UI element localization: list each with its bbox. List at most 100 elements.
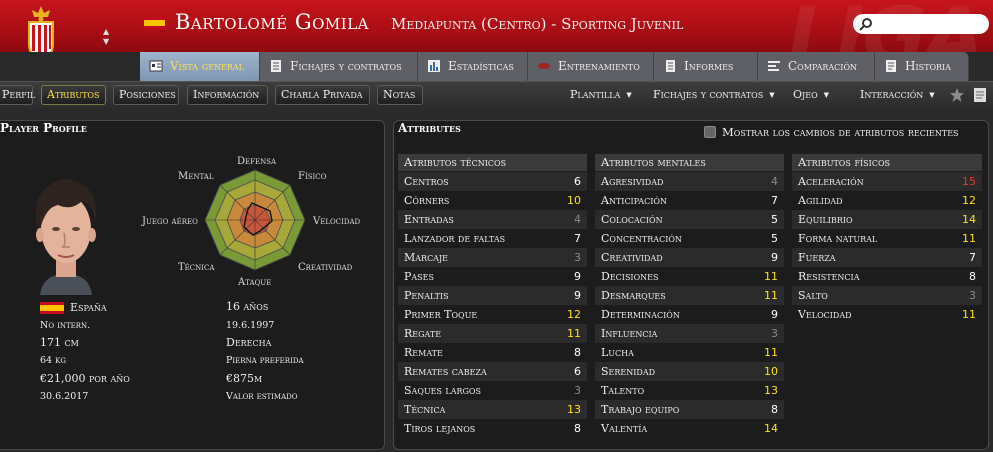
attribute-row[interactable]: Anticipación 7 (595, 191, 784, 210)
tab-historia[interactable]: Historia (875, 52, 969, 81)
search-icon (859, 18, 872, 31)
attribute-name: Saques largos (404, 384, 481, 397)
attribute-row[interactable]: Técnica 13 (398, 400, 587, 419)
attribute-value: 14 (962, 213, 976, 226)
tab-label: Estadísticas (448, 59, 514, 73)
attribute-row[interactable]: Saques largos 3 (398, 381, 587, 400)
attribute-row[interactable]: Centros 6 (398, 172, 587, 191)
attribute-name: Velocidad (798, 308, 852, 321)
preferred-foot: Derecha (226, 336, 272, 349)
history-book-icon (886, 60, 896, 72)
attribute-row[interactable]: Resistencia 8 (792, 267, 982, 286)
star-icon[interactable] (949, 87, 965, 103)
attribute-row[interactable]: Influencia 3 (595, 324, 784, 343)
preferred-foot-label: Pierna preferida (226, 355, 304, 366)
attribute-row[interactable]: Tiros lejanos 8 (398, 419, 587, 438)
attribute-value: 3 (771, 327, 778, 340)
attribute-row[interactable]: Decisiones 11 (595, 267, 784, 286)
height: 171 cm (40, 336, 79, 349)
tab-informes[interactable]: Informes (654, 52, 758, 81)
attribute-name: Aceleración (798, 175, 864, 188)
attribute-row[interactable]: Remate 8 (398, 343, 587, 362)
attribute-name: Colocación (601, 213, 663, 226)
notepad-icon[interactable] (972, 87, 988, 103)
attribute-row[interactable]: Colocación 5 (595, 210, 784, 229)
attribute-value: 7 (771, 194, 778, 207)
attribute-row[interactable]: Serenidad 10 (595, 362, 784, 381)
subnav-charla-privada[interactable]: Charla Privada (275, 85, 370, 105)
tab-label: Comparación (788, 59, 857, 73)
tab-vista-general[interactable]: Vista general (140, 52, 260, 81)
attribute-row[interactable]: Penaltis 9 (398, 286, 587, 305)
attribute-row[interactable]: Marcaje 3 (398, 248, 587, 267)
attribute-value: 14 (764, 422, 778, 435)
attribute-row[interactable]: Remates cabeza 6 (398, 362, 587, 381)
attribute-name: Fuerza (798, 251, 836, 264)
tab-fichajes[interactable]: Fichajes y contratos (260, 52, 418, 81)
attribute-row[interactable]: Trabajo equipo 8 (595, 400, 784, 419)
attribute-row[interactable]: Primer Toque 12 (398, 305, 587, 324)
attribute-name: Resistencia (798, 270, 860, 283)
subnav-informacion[interactable]: Información (187, 85, 268, 105)
attribute-row[interactable]: Concentración 5 (595, 229, 784, 248)
attribute-value: 15 (962, 175, 976, 188)
attribute-row[interactable]: Pases 9 (398, 267, 587, 286)
attribute-row[interactable]: Valentía 14 (595, 419, 784, 438)
show-changes-label[interactable]: Mostrar los cambios de atributos recient… (722, 125, 959, 139)
attribute-name: Remates cabeza (404, 365, 487, 378)
document-icon (271, 60, 281, 72)
bar-chart-icon (428, 60, 440, 72)
overview-icon (149, 60, 163, 72)
radar-label-fisico: Físico (298, 171, 327, 182)
attribute-row[interactable]: Entradas 4 (398, 210, 587, 229)
player-name: Bartolomé Gomila (175, 10, 369, 34)
player-switch-arrows[interactable]: ▲ ▼ (103, 27, 109, 47)
attribute-row[interactable]: Fuerza 7 (792, 248, 982, 267)
attribute-row[interactable]: Talento 13 (595, 381, 784, 400)
attribute-row[interactable]: Agilidad 12 (792, 191, 982, 210)
age: 16 años (226, 300, 269, 313)
subnav-perfil[interactable]: Perfil (0, 85, 35, 105)
attribute-row[interactable]: Desmarques 11 (595, 286, 784, 305)
search-input[interactable] (853, 14, 989, 34)
attribute-value: 11 (567, 327, 581, 340)
attribute-value: 4 (574, 213, 581, 226)
attribute-row[interactable]: Lucha 11 (595, 343, 784, 362)
dropdown-fichajes[interactable]: Fichajes y contratos ▼ (653, 85, 775, 105)
attribute-name: Lucha (601, 346, 634, 359)
weight: 64 kg (40, 355, 66, 366)
tab-comparacion[interactable]: Comparación (758, 52, 875, 81)
attribute-name: Determinación (601, 308, 680, 321)
attribute-row[interactable]: Equilibrio 14 (792, 210, 982, 229)
subnav-notas[interactable]: Notas (377, 85, 423, 105)
attribute-value: 11 (764, 270, 778, 283)
spain-flag-icon (144, 17, 165, 29)
tab-estadisticas[interactable]: Estadísticas (418, 52, 528, 81)
attribute-row[interactable]: Regate 11 (398, 324, 587, 343)
radar-label-juego-aereo: Juego aéreo (142, 216, 198, 227)
tab-entrenamiento[interactable]: Entrenamiento (528, 52, 654, 81)
attribute-name: Creatividad (601, 251, 663, 264)
attribute-row[interactable]: Aceleración 15 (792, 172, 982, 191)
attribute-value: 11 (764, 346, 778, 359)
show-changes-checkbox[interactable] (704, 126, 716, 138)
player-position-club: Mediapunta (Centro) - Sporting Juvenil (391, 15, 684, 33)
attribute-row[interactable]: Agresividad 4 (595, 172, 784, 191)
nationality[interactable]: España (70, 301, 107, 314)
attribute-row[interactable]: Creatividad 9 (595, 248, 784, 267)
attribute-row[interactable]: Forma natural 11 (792, 229, 982, 248)
attribute-row[interactable]: Córners 10 (398, 191, 587, 210)
attribute-row[interactable]: Lanzador de faltas 7 (398, 229, 587, 248)
dropdown-plantilla[interactable]: Plantilla ▼ (570, 85, 632, 105)
subnav-posiciones[interactable]: Posiciones (113, 85, 179, 105)
sub-navigation: Perfil Atributos Posiciones Información … (0, 81, 993, 109)
attribute-row[interactable]: Velocidad 11 (792, 305, 982, 324)
dropdown-ojeo[interactable]: Ojeo ▼ (793, 85, 829, 105)
dropdown-interaccion[interactable]: Interacción ▼ (860, 85, 935, 105)
attribute-row[interactable]: Salto 3 (792, 286, 982, 305)
attribute-value: 8 (574, 346, 581, 359)
subnav-atributos[interactable]: Atributos (41, 85, 106, 105)
attribute-column-header: Atributos técnicos (398, 154, 587, 171)
attribute-value: 9 (574, 270, 581, 283)
attribute-row[interactable]: Determinación 9 (595, 305, 784, 324)
